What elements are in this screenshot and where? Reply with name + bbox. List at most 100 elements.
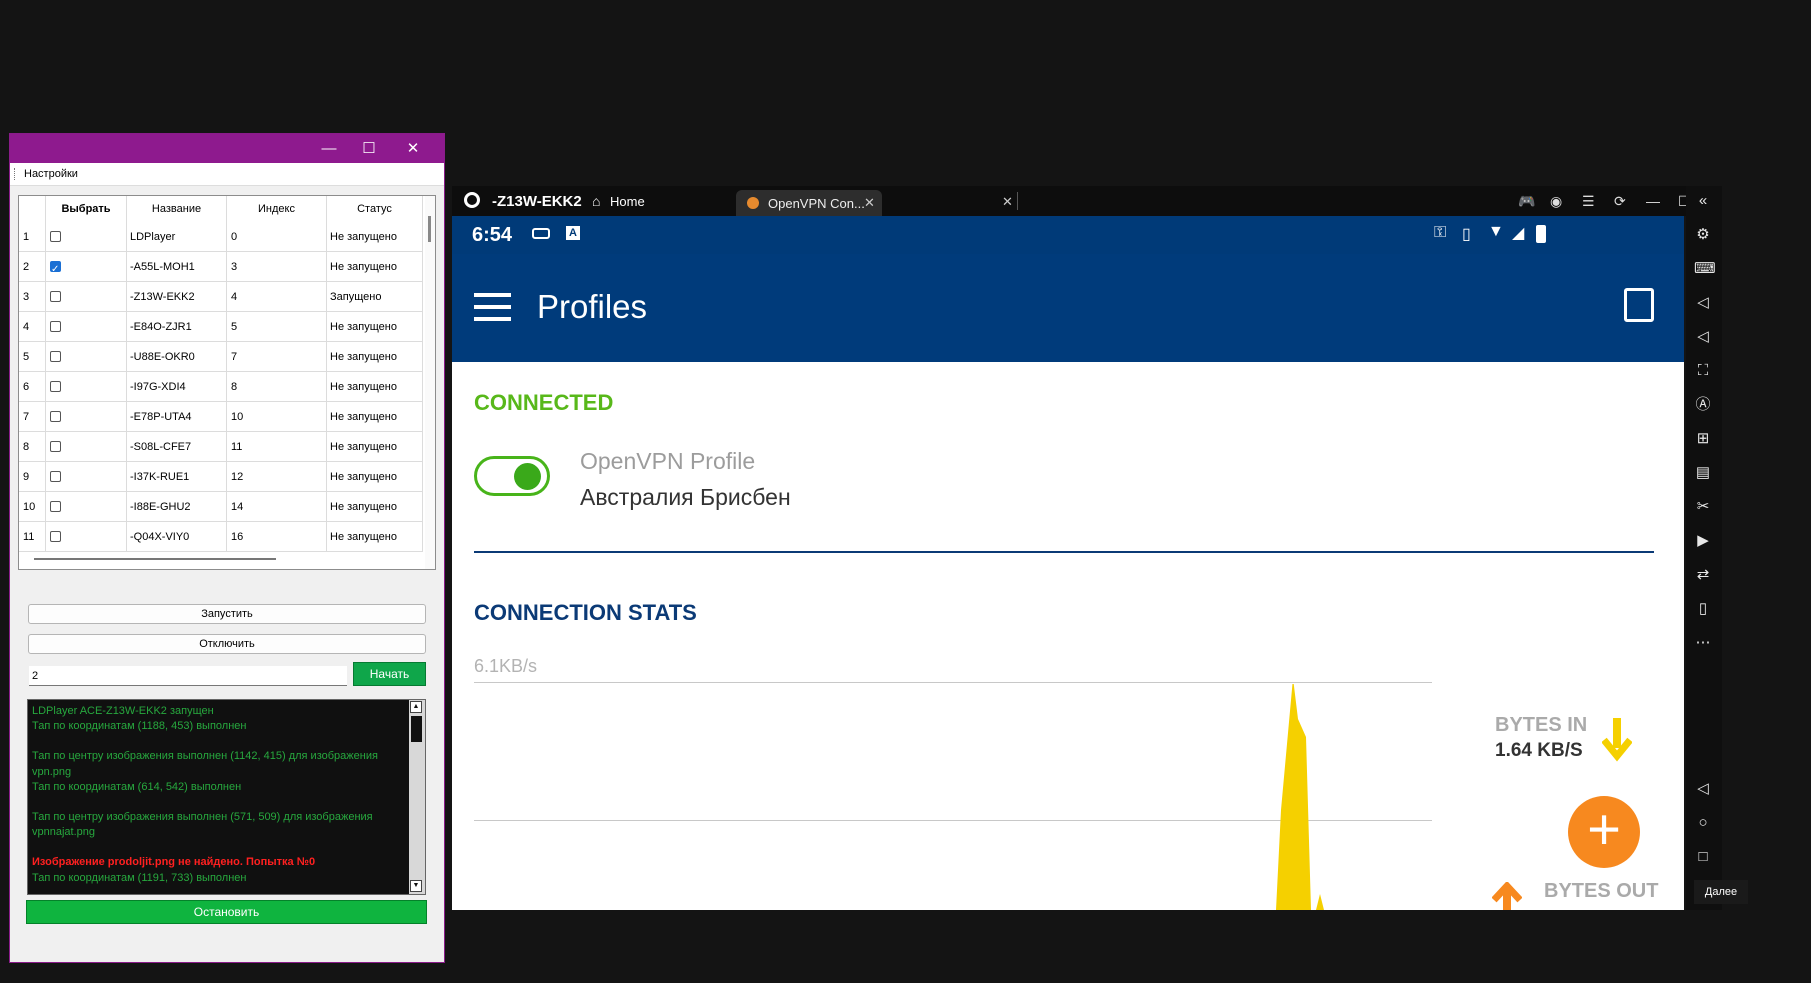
name-cell[interactable]: -S08L-CFE7: [127, 432, 227, 462]
select-checkbox[interactable]: [50, 381, 61, 392]
table-row[interactable]: 1 LDPlayer 0 Не запущено: [19, 222, 423, 252]
launch-button[interactable]: Запустить: [28, 604, 426, 624]
index-cell[interactable]: 7: [227, 342, 327, 372]
status-cell[interactable]: Запущено: [327, 282, 423, 312]
name-cell[interactable]: -E84O-ZJR1: [127, 312, 227, 342]
name-cell[interactable]: -E78P-UTA4: [127, 402, 227, 432]
add-app-icon[interactable]: ⊞: [1694, 430, 1712, 448]
name-cell[interactable]: -I88E-GHU2: [127, 492, 227, 522]
tab-openvpn[interactable]: OpenVPN Con... ✕: [736, 190, 882, 216]
select-cell[interactable]: [46, 372, 127, 402]
select-checkbox[interactable]: [50, 441, 61, 452]
status-cell[interactable]: Не запущено: [327, 522, 423, 552]
status-cell[interactable]: Не запущено: [327, 462, 423, 492]
table-row[interactable]: 4 -E84O-ZJR1 5 Не запущено: [19, 312, 423, 342]
index-cell[interactable]: 4: [227, 282, 327, 312]
add-profile-button[interactable]: +: [1568, 796, 1640, 868]
select-cell[interactable]: [46, 492, 127, 522]
name-cell[interactable]: -I37K-RUE1: [127, 462, 227, 492]
scissors-icon[interactable]: ✂: [1694, 498, 1712, 516]
table-row[interactable]: 11 -Q04X-VIY0 16 Не запущено: [19, 522, 423, 552]
table-row[interactable]: 9 -I37K-RUE1 12 Не запущено: [19, 462, 423, 492]
index-cell[interactable]: 12: [227, 462, 327, 492]
maximize-button[interactable]: ☐: [346, 134, 392, 163]
account-icon[interactable]: ◉: [1550, 193, 1562, 210]
start-button[interactable]: Начать: [353, 662, 426, 686]
index-cell[interactable]: 3: [227, 252, 327, 282]
log-scroll-thumb[interactable]: [411, 716, 422, 742]
count-input[interactable]: 2: [29, 666, 347, 686]
close-button[interactable]: ✕: [390, 134, 436, 163]
select-checkbox[interactable]: [50, 471, 61, 482]
volume-down-icon[interactable]: ◁: [1694, 328, 1712, 346]
name-cell[interactable]: -U88E-OKR0: [127, 342, 227, 372]
scroll-down-icon[interactable]: ▼: [410, 880, 422, 892]
more-icon[interactable]: ⋯: [1694, 634, 1712, 652]
home-circle-icon[interactable]: ○: [1694, 814, 1712, 832]
header-index[interactable]: Индекс: [227, 196, 327, 222]
tab-home[interactable]: Home: [610, 194, 645, 209]
name-cell[interactable]: -A55L-MOH1: [127, 252, 227, 282]
profile-description[interactable]: Австралия Брисбен: [580, 484, 791, 511]
select-cell[interactable]: [46, 282, 127, 312]
volume-up-icon[interactable]: ◁: [1694, 294, 1712, 312]
table-row[interactable]: 3 -Z13W-EKK2 4 Запущено: [19, 282, 423, 312]
settings-icon[interactable]: ⚙: [1694, 226, 1712, 244]
select-cell[interactable]: [46, 432, 127, 462]
select-cell[interactable]: [46, 222, 127, 252]
status-cell[interactable]: Не запущено: [327, 222, 423, 252]
index-cell[interactable]: 11: [227, 432, 327, 462]
table-vertical-scrollbar[interactable]: [425, 196, 435, 569]
import-profile-icon[interactable]: [1624, 288, 1654, 322]
recents-icon[interactable]: □: [1694, 848, 1712, 866]
status-cell[interactable]: Не запущено: [327, 342, 423, 372]
index-cell[interactable]: 10: [227, 402, 327, 432]
name-cell[interactable]: -Q04X-VIY0: [127, 522, 227, 552]
tab-close-icon[interactable]: ✕: [864, 195, 875, 211]
select-checkbox[interactable]: [50, 291, 61, 302]
window-titlebar[interactable]: — ☐ ✕: [10, 134, 444, 163]
select-checkbox[interactable]: [50, 531, 61, 542]
shake-icon[interactable]: ▯: [1694, 600, 1712, 618]
stop-button[interactable]: Остановить: [26, 900, 427, 924]
index-cell[interactable]: 8: [227, 372, 327, 402]
status-cell[interactable]: Не запущено: [327, 492, 423, 522]
collapse-sidebar-icon[interactable]: «: [1694, 192, 1712, 210]
index-cell[interactable]: 5: [227, 312, 327, 342]
select-cell[interactable]: [46, 462, 127, 492]
select-checkbox[interactable]: [50, 231, 61, 242]
select-cell[interactable]: [46, 402, 127, 432]
table-row[interactable]: 6 -I97G-XDI4 8 Не запущено: [19, 372, 423, 402]
minimize-icon[interactable]: —: [1646, 193, 1660, 209]
scroll-up-icon[interactable]: ▲: [410, 701, 422, 713]
name-cell[interactable]: -Z13W-EKK2: [127, 282, 227, 312]
select-checkbox[interactable]: [50, 411, 61, 422]
name-cell[interactable]: LDPlayer: [127, 222, 227, 252]
status-cell[interactable]: Не запущено: [327, 402, 423, 432]
log-scrollbar[interactable]: ▲ ▼: [409, 700, 425, 894]
keyboard-icon[interactable]: ⌨: [1694, 260, 1716, 278]
apk-icon[interactable]: ▤: [1694, 464, 1712, 482]
table-row[interactable]: 5 -U88E-OKR0 7 Не запущено: [19, 342, 423, 372]
shared-folder-icon[interactable]: ⇄: [1694, 566, 1712, 584]
select-checkbox[interactable]: [50, 321, 61, 332]
close-tab-icon[interactable]: ✕: [1002, 194, 1013, 210]
table-horizontal-scrollbar[interactable]: [34, 558, 276, 560]
select-cell[interactable]: [46, 342, 127, 372]
index-cell[interactable]: 16: [227, 522, 327, 552]
record-icon[interactable]: ▶: [1694, 532, 1712, 550]
index-cell[interactable]: 14: [227, 492, 327, 522]
name-cell[interactable]: -I97G-XDI4: [127, 372, 227, 402]
select-checkbox[interactable]: [50, 501, 61, 512]
sync-icon[interactable]: ⟳: [1614, 193, 1626, 210]
select-checkbox[interactable]: [50, 255, 61, 281]
menu-icon[interactable]: ☰: [1582, 193, 1595, 210]
screenshot-icon[interactable]: ⛶: [1694, 362, 1712, 380]
hamburger-menu-icon[interactable]: [474, 293, 511, 321]
vpn-toggle[interactable]: [474, 456, 550, 496]
header-select[interactable]: Выбрать: [46, 196, 127, 222]
gamepad-icon[interactable]: 🎮: [1518, 193, 1535, 210]
status-cell[interactable]: Не запущено: [327, 252, 423, 282]
status-cell[interactable]: Не запущено: [327, 372, 423, 402]
profile-name[interactable]: OpenVPN Profile: [580, 448, 755, 475]
